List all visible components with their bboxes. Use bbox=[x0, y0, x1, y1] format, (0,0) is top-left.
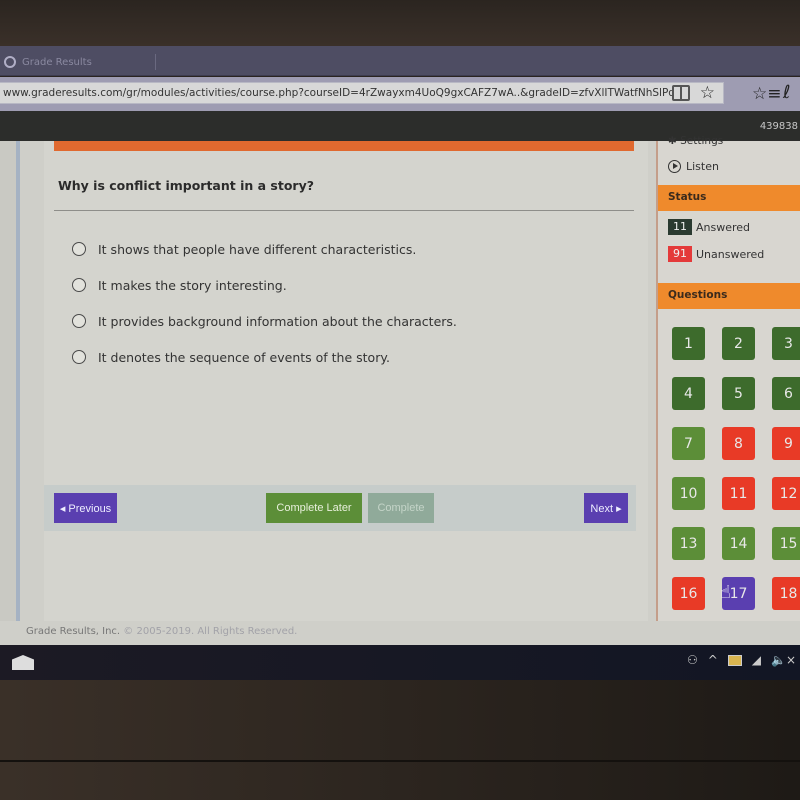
answer-option-label: It denotes the sequence of events of the… bbox=[98, 349, 390, 365]
answered-count-badge: 11 bbox=[668, 219, 692, 235]
footer-company: Grade Results, Inc. bbox=[26, 626, 121, 637]
user-id: 439838 bbox=[759, 121, 798, 132]
question-divider bbox=[54, 210, 634, 211]
question-tile[interactable]: 1 bbox=[672, 327, 705, 360]
chevron-up-icon[interactable]: ^ bbox=[708, 653, 718, 667]
question-tile[interactable]: 5 bbox=[722, 377, 755, 410]
browser-toolbar: www.graderesults.com/gr/modules/activiti… bbox=[0, 77, 800, 111]
answer-option[interactable]: It shows that people have different char… bbox=[72, 231, 457, 267]
settings-label: Settings bbox=[680, 135, 724, 147]
question-tile[interactable]: 2 bbox=[722, 327, 755, 360]
favorite-star-icon[interactable]: ☆ bbox=[700, 83, 715, 103]
answer-option-label: It makes the story interesting. bbox=[98, 277, 287, 293]
footer-copyright: © 2005-2019. All Rights Reserved. bbox=[123, 626, 298, 637]
question-tile[interactable]: 4 bbox=[672, 377, 705, 410]
play-icon bbox=[668, 160, 681, 173]
answered-status: 11 Answered bbox=[668, 219, 750, 235]
complete-later-button[interactable]: Complete Later bbox=[266, 493, 362, 523]
network-icon[interactable] bbox=[727, 654, 742, 666]
address-bar[interactable]: www.graderesults.com/gr/modules/activiti… bbox=[0, 82, 724, 104]
question-tile[interactable]: 13 bbox=[672, 527, 705, 560]
question-tile[interactable]: 12 bbox=[772, 477, 800, 510]
answer-option[interactable]: It provides background information about… bbox=[72, 303, 457, 339]
footer: Grade Results, Inc. © 2005-2019. All Rig… bbox=[26, 626, 297, 637]
gear-icon: ✱ bbox=[668, 135, 681, 147]
site-favicon-icon bbox=[4, 56, 16, 68]
question-tile[interactable]: 18 bbox=[772, 577, 800, 610]
listen-button[interactable]: Listen bbox=[668, 160, 719, 173]
listen-label: Listen bbox=[686, 160, 719, 173]
unanswered-count-badge: 91 bbox=[668, 246, 692, 262]
question-tile[interactable]: 11 bbox=[722, 477, 755, 510]
taskbar: ⚇ ^ ◢ 🔈× bbox=[0, 645, 800, 680]
question-tile[interactable]: 14 bbox=[722, 527, 755, 560]
tab-divider bbox=[155, 54, 156, 70]
question-tile[interactable]: 8 bbox=[722, 427, 755, 460]
answer-option[interactable]: It makes the story interesting. bbox=[72, 267, 457, 303]
bezel-seam bbox=[0, 760, 800, 762]
question-tile[interactable]: 6 bbox=[772, 377, 800, 410]
unanswered-status: 91 Unanswered bbox=[668, 246, 764, 262]
next-button[interactable]: Next ▸ bbox=[584, 493, 628, 523]
browser-tab[interactable]: Grade Results bbox=[0, 49, 150, 75]
hand-cursor-icon: ☝ bbox=[720, 582, 731, 603]
unanswered-label: Unanswered bbox=[696, 247, 765, 261]
answer-options: It shows that people have different char… bbox=[72, 231, 457, 375]
side-panel: ✱ Settings Listen Status 11 Answered 91 … bbox=[656, 135, 800, 621]
question-tile[interactable]: 7 bbox=[672, 427, 705, 460]
left-rail bbox=[0, 141, 20, 621]
question-tile[interactable]: 16 bbox=[672, 577, 705, 610]
favorites-list-icon[interactable]: ☆≡ bbox=[752, 84, 781, 104]
mail-icon[interactable] bbox=[12, 655, 34, 670]
question-tile[interactable]: 10 bbox=[672, 477, 705, 510]
questions-heading: Questions bbox=[658, 283, 800, 309]
url-text[interactable]: www.graderesults.com/gr/modules/activiti… bbox=[3, 87, 672, 99]
notes-pen-icon[interactable]: ℓ bbox=[783, 82, 790, 103]
question-text: Why is conflict important in a story? bbox=[58, 178, 314, 193]
monitor-bezel-bottom bbox=[0, 680, 800, 800]
previous-button[interactable]: ◂ Previous bbox=[54, 493, 117, 523]
reading-view-icon[interactable] bbox=[671, 85, 690, 101]
question-tile[interactable]: 15 bbox=[772, 527, 800, 560]
navigation-bar: ◂ Previous Complete Later Complete Next … bbox=[44, 485, 636, 531]
settings-link[interactable]: ✱ Settings bbox=[668, 135, 723, 147]
question-tile[interactable]: 9 bbox=[772, 427, 800, 460]
radio-button[interactable] bbox=[72, 314, 86, 328]
volume-muted-icon[interactable]: 🔈× bbox=[771, 653, 796, 667]
radio-button[interactable] bbox=[72, 242, 86, 256]
wifi-icon[interactable]: ◢ bbox=[752, 653, 761, 667]
answer-option-label: It shows that people have different char… bbox=[98, 241, 417, 257]
people-icon[interactable]: ⚇ bbox=[687, 653, 698, 667]
status-heading: Status bbox=[658, 185, 800, 211]
question-tile[interactable]: 3 bbox=[772, 327, 800, 360]
complete-button[interactable]: Complete bbox=[368, 493, 434, 523]
answer-option-label: It provides background information about… bbox=[98, 313, 457, 329]
monitor-bezel-top bbox=[0, 0, 800, 46]
answered-label: Answered bbox=[696, 220, 751, 234]
radio-button[interactable] bbox=[72, 350, 86, 364]
question-panel: Why is conflict important in a story? It… bbox=[44, 141, 648, 621]
radio-button[interactable] bbox=[72, 278, 86, 292]
browser-tabstrip: Grade Results bbox=[0, 46, 800, 76]
question-header-strip bbox=[54, 141, 634, 151]
page-content: Why is conflict important in a story? It… bbox=[0, 135, 800, 645]
system-tray: ⚇ ^ ◢ 🔈× bbox=[687, 653, 796, 667]
answer-option[interactable]: It denotes the sequence of events of the… bbox=[72, 339, 457, 375]
tab-title: Grade Results bbox=[22, 56, 92, 68]
